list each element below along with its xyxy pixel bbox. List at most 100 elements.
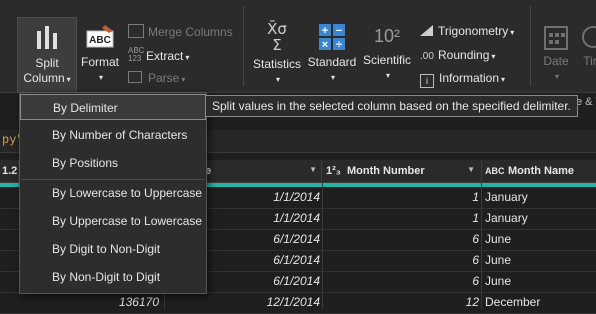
split-column-label-2: Column bbox=[23, 71, 65, 85]
filter-dropdown-icon[interactable]: ▼ bbox=[309, 165, 317, 174]
trigonometry-label: Trigonometry bbox=[438, 24, 509, 38]
ribbon-group-label: e & T bbox=[576, 96, 596, 108]
column-header-month-name[interactable]: ABC Month Name bbox=[482, 160, 596, 183]
month-number-header-label: Month Number bbox=[347, 165, 425, 177]
extract-label: Extract bbox=[146, 49, 184, 63]
chevron-down-icon: ▾ bbox=[385, 71, 390, 80]
menu-item-by-delimiter[interactable]: By Delimiter bbox=[20, 94, 206, 120]
format-label: Format bbox=[80, 55, 119, 69]
time-button[interactable]: Tir bbox=[580, 17, 596, 91]
chevron-down-icon: ▾ bbox=[501, 75, 506, 84]
chevron-down-icon: ▾ bbox=[510, 28, 515, 37]
date-cell: 12/1/2014 bbox=[266, 295, 320, 309]
month-number-cell: 6 bbox=[472, 253, 479, 267]
number-cell: 136170 bbox=[118, 295, 159, 309]
column-header-date[interactable]: e ▼ bbox=[205, 160, 322, 183]
scientific-button[interactable]: 10² Scientific ▾ bbox=[360, 17, 414, 91]
chevron-down-icon: ▾ bbox=[181, 75, 186, 84]
information-label: Information bbox=[439, 71, 500, 85]
date-cell: 1/1/2014 bbox=[273, 211, 320, 225]
merge-columns-label: Merge Columns bbox=[148, 25, 233, 39]
ribbon-separator bbox=[243, 6, 244, 86]
rounding-icon: .00 bbox=[420, 51, 434, 62]
trigonometry-button[interactable]: Trigonometry ▾ bbox=[420, 24, 514, 38]
trigonometry-icon bbox=[420, 25, 433, 36]
month-name-cell: June bbox=[485, 253, 512, 267]
chevron-down-icon: ▾ bbox=[98, 73, 103, 82]
svg-text:×: × bbox=[322, 39, 328, 51]
svg-text:−: − bbox=[336, 25, 342, 37]
split-column-menu: By Delimiter By Number of Characters By … bbox=[19, 92, 207, 294]
month-number-cell: 1 bbox=[472, 211, 479, 225]
time-label: Tir bbox=[583, 54, 596, 68]
standard-calculator-icon: + − × ÷ bbox=[319, 24, 345, 51]
rounding-button[interactable]: .00 Rounding ▾ bbox=[420, 48, 495, 62]
standard-label: Standard bbox=[307, 55, 357, 69]
month-name-cell: June bbox=[485, 232, 512, 246]
svg-text:÷: ÷ bbox=[336, 39, 342, 51]
ribbon-separator bbox=[530, 6, 531, 86]
column-header-1[interactable]: 1.2 bbox=[0, 160, 19, 183]
statistics-button[interactable]: X̄σ Σ Statistics ▾ bbox=[250, 17, 304, 91]
date-cell: 6/1/2014 bbox=[273, 274, 320, 288]
chevron-down-icon: ▾ bbox=[491, 52, 496, 61]
table-row[interactable]: 136170 12/1/2014 12 December bbox=[0, 292, 596, 314]
menu-item-by-non-digit-to-digit[interactable]: By Non-Digit to Digit bbox=[20, 264, 206, 290]
menu-item-by-lowercase-to-uppercase[interactable]: By Lowercase to Uppercase bbox=[20, 180, 206, 206]
rounding-label: Rounding bbox=[438, 48, 490, 62]
menu-item-by-uppercase-to-lowercase[interactable]: By Uppercase to Lowercase bbox=[20, 208, 206, 234]
chevron-down-icon: ▾ bbox=[554, 72, 559, 81]
calendar-icon bbox=[544, 26, 568, 50]
split-column-label-1: Split bbox=[35, 56, 59, 70]
menu-item-by-positions[interactable]: By Positions bbox=[20, 150, 206, 176]
column-type-text: ABC bbox=[485, 166, 505, 176]
ribbon: Split Column ▾ ABC Format ▾ Merge Columns… bbox=[0, 0, 596, 93]
filter-dropdown-icon[interactable]: ▼ bbox=[467, 165, 475, 174]
month-name-cell: June bbox=[485, 274, 512, 288]
svg-text:ABC: ABC bbox=[89, 35, 111, 46]
format-button[interactable]: ABC Format ▾ bbox=[78, 17, 122, 91]
month-number-cell: 12 bbox=[465, 295, 479, 309]
column-type-whole-number: 1²₃ bbox=[326, 165, 341, 177]
chevron-down-icon: ▾ bbox=[275, 75, 280, 84]
information-icon: i bbox=[420, 74, 434, 88]
parse-button[interactable]: Parse ▾ bbox=[128, 71, 185, 85]
month-number-cell: 6 bbox=[472, 274, 479, 288]
date-button[interactable]: Date ▾ bbox=[536, 17, 576, 91]
format-abc-icon: ABC bbox=[86, 25, 114, 48]
month-number-cell: 6 bbox=[472, 232, 479, 246]
chevron-down-icon: ▾ bbox=[330, 73, 335, 82]
clock-icon bbox=[582, 26, 596, 48]
date-label: Date bbox=[543, 54, 569, 68]
information-button[interactable]: i Information ▾ bbox=[420, 71, 505, 88]
svg-text:+: + bbox=[322, 25, 328, 37]
parse-icon bbox=[128, 71, 142, 83]
date-cell: 1/1/2014 bbox=[273, 190, 320, 204]
date-cell: 6/1/2014 bbox=[273, 232, 320, 246]
date-cell: 6/1/2014 bbox=[273, 253, 320, 267]
split-column-button[interactable]: Split Column ▾ bbox=[17, 17, 77, 93]
merge-columns-icon bbox=[128, 24, 144, 38]
month-name-cell: January bbox=[485, 211, 528, 225]
split-column-icon bbox=[37, 26, 57, 49]
parse-label: Parse bbox=[148, 71, 180, 85]
column-type-decimal: 1.2 bbox=[2, 165, 18, 177]
month-name-cell: January bbox=[485, 190, 528, 204]
menu-item-by-number-of-characters[interactable]: By Number of Characters bbox=[20, 122, 206, 148]
extract-icon: ABC 123 bbox=[128, 46, 145, 63]
tooltip: Split values in the selected column base… bbox=[205, 95, 578, 117]
standard-button[interactable]: + − × ÷ Standard ▾ bbox=[306, 17, 358, 91]
merge-columns-button[interactable]: Merge Columns bbox=[128, 24, 233, 39]
chevron-down-icon: ▾ bbox=[185, 53, 190, 62]
month-name-header-label: Month Name bbox=[508, 165, 574, 177]
statistics-icon: X̄σ Σ bbox=[267, 19, 287, 54]
svg-text:Σ: Σ bbox=[272, 36, 281, 54]
extract-button[interactable]: ABC 123 Extract ▾ bbox=[128, 46, 190, 64]
scientific-icon: 10² bbox=[373, 26, 400, 46]
statistics-label: Statistics bbox=[252, 57, 301, 71]
chevron-down-icon: ▾ bbox=[66, 75, 71, 84]
scientific-label: Scientific bbox=[362, 53, 412, 67]
month-name-cell: December bbox=[485, 295, 541, 309]
column-header-month-number[interactable]: 1²₃ Month Number ▼ bbox=[322, 160, 482, 183]
menu-item-by-digit-to-non-digit[interactable]: By Digit to Non-Digit bbox=[20, 236, 206, 262]
